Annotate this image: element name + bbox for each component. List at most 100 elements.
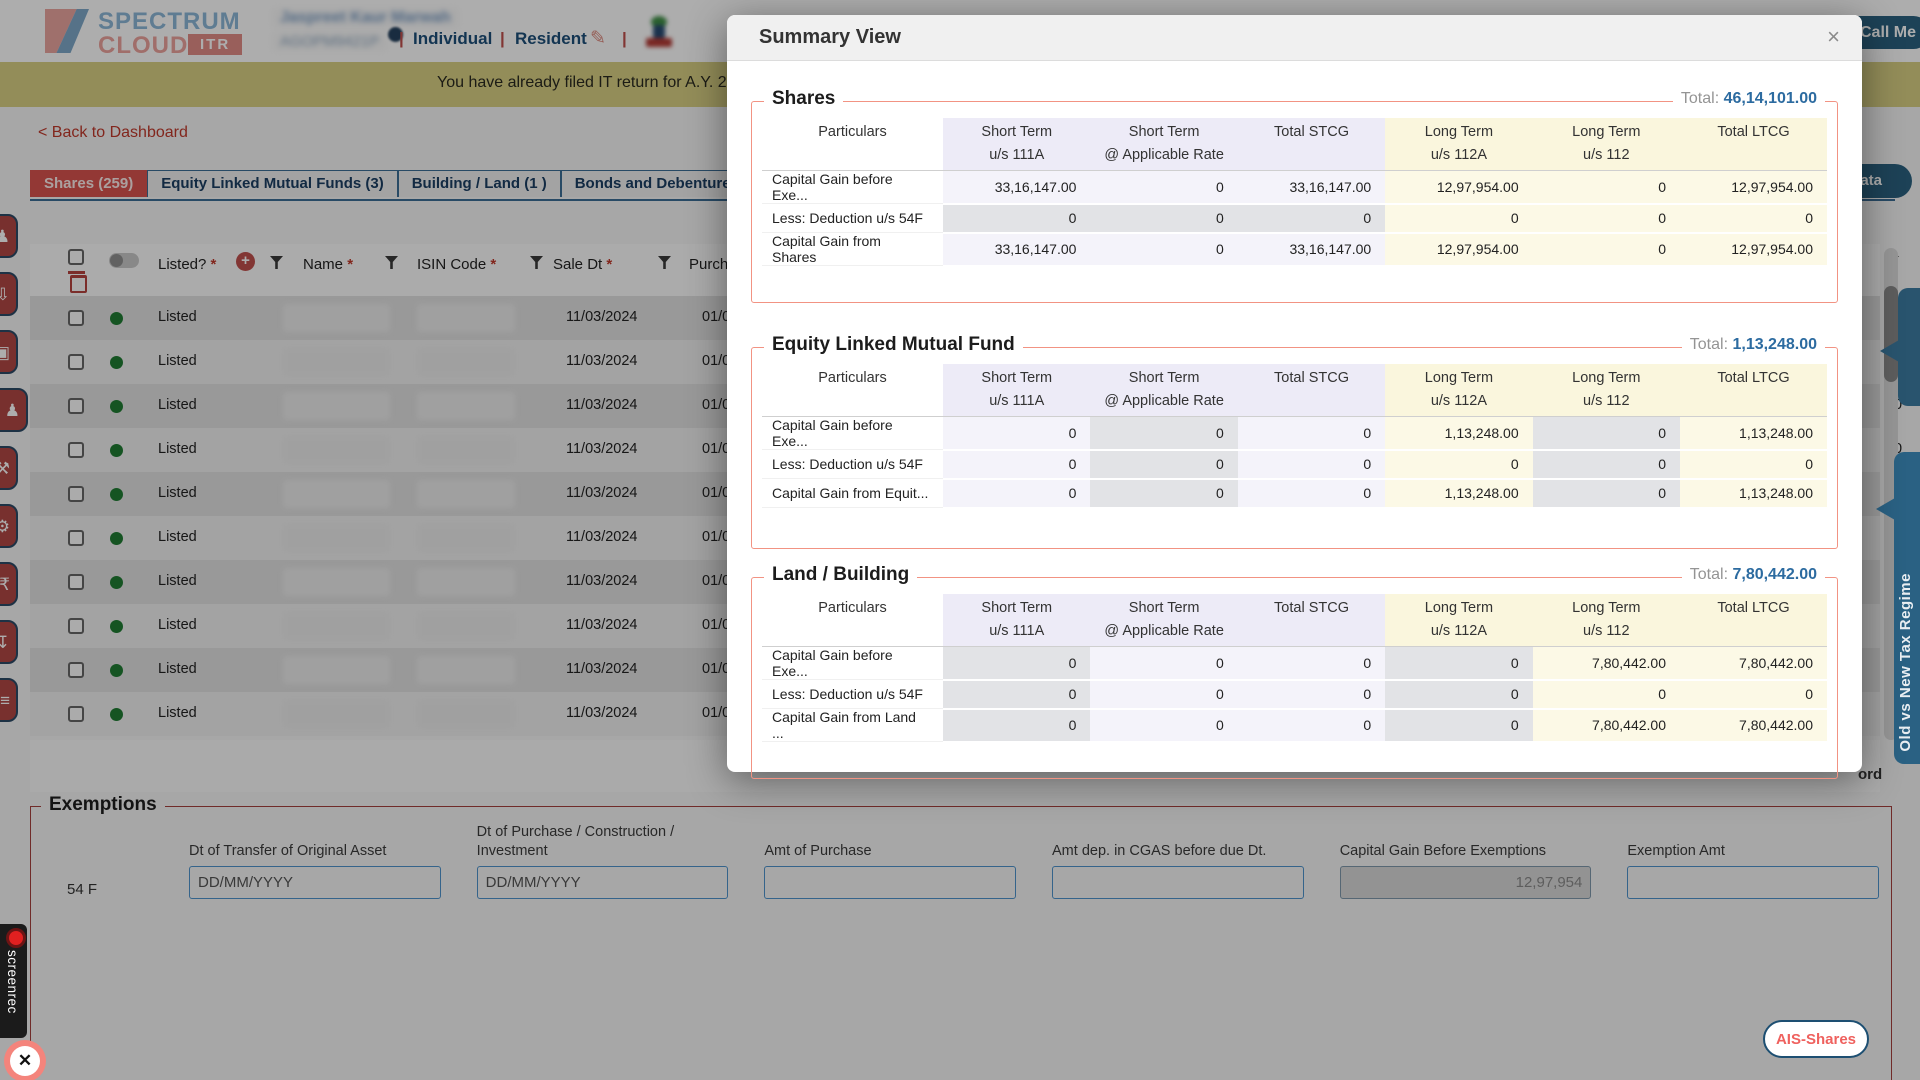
value-cell: 0 — [1238, 680, 1385, 709]
summary-row: Capital Gain before Exe...0001,13,248.00… — [762, 417, 1827, 450]
value-cell: 12,97,954.00 — [1385, 171, 1532, 204]
particulars-cell: Less: Deduction u/s 54F — [762, 204, 943, 233]
value-cell: 33,16,147.00 — [943, 171, 1090, 204]
record-dot-icon — [6, 928, 26, 948]
value-cell: 0 — [1238, 417, 1385, 450]
section-title: Equity Linked Mutual Fund — [764, 334, 1023, 356]
value-cell: 0 — [1238, 479, 1385, 508]
summary-col-header: Total STCG — [1238, 594, 1385, 647]
value-cell: 0 — [1385, 450, 1532, 479]
summary-col-header: Short Termu/s 111A — [943, 118, 1090, 171]
section-total: Total: 46,14,101.00 — [1673, 90, 1825, 108]
summary-col-header: Particulars — [762, 364, 943, 417]
summary-row: Less: Deduction u/s 54F000000 — [762, 680, 1827, 709]
old-vs-new-regime-tab[interactable]: Old vs New Tax Regime — [1894, 452, 1920, 764]
summary-row: Capital Gain before Exe...00007,80,442.0… — [762, 647, 1827, 680]
value-cell: 0 — [1533, 171, 1680, 204]
summary-row: Less: Deduction u/s 54F000000 — [762, 450, 1827, 479]
app-root: SPECTRUM CLOUD ITR Jaspreet Kaur Marwah … — [0, 0, 1920, 1080]
summary-col-header: Long Termu/s 112A — [1385, 364, 1532, 417]
section-title: Land / Building — [764, 564, 917, 586]
value-cell: 0 — [943, 647, 1090, 680]
value-cell: 12,97,954.00 — [1680, 171, 1827, 204]
value-cell: 0 — [943, 417, 1090, 450]
summary-col-header: Total STCG — [1238, 118, 1385, 171]
value-cell: 0 — [943, 204, 1090, 233]
value-cell: 0 — [1090, 450, 1237, 479]
old-vs-new-regime-label: Old vs New Tax Regime — [1897, 573, 1914, 752]
value-cell: 0 — [943, 680, 1090, 709]
value-cell: 1,13,248.00 — [1385, 417, 1532, 450]
value-cell: 1,13,248.00 — [1680, 479, 1827, 508]
value-cell: 0 — [1533, 479, 1680, 508]
value-cell: 0 — [943, 450, 1090, 479]
particulars-cell: Less: Deduction u/s 54F — [762, 680, 943, 709]
summary-col-header: Particulars — [762, 594, 943, 647]
value-cell: 0 — [1385, 680, 1532, 709]
value-cell: 0 — [1090, 417, 1237, 450]
section-total: Total: 1,13,248.00 — [1682, 336, 1825, 354]
value-cell: 0 — [1533, 417, 1680, 450]
summary-section-land-building: Land / BuildingTotal: 7,80,442.00Particu… — [751, 577, 1838, 779]
summary-section-equity-linked-mutual-fund: Equity Linked Mutual FundTotal: 1,13,248… — [751, 347, 1838, 549]
value-cell: 0 — [943, 709, 1090, 742]
summary-col-header: Short Term@ Applicable Rate — [1090, 118, 1237, 171]
value-cell: 33,16,147.00 — [1238, 171, 1385, 204]
value-cell: 7,80,442.00 — [1533, 709, 1680, 742]
summary-col-header: Short Term@ Applicable Rate — [1090, 364, 1237, 417]
particulars-cell: Capital Gain before Exe... — [762, 647, 943, 680]
value-cell: 12,97,954.00 — [1385, 233, 1532, 266]
particulars-cell: Capital Gain before Exe... — [762, 417, 943, 450]
value-cell: 0 — [943, 479, 1090, 508]
summary-col-header: Short Termu/s 111A — [943, 364, 1090, 417]
summary-view-modal: Summary View × SharesTotal: 46,14,101.00… — [727, 15, 1862, 772]
particulars-cell: Capital Gain before Exe... — [762, 171, 943, 204]
value-cell: 0 — [1090, 709, 1237, 742]
summary-row: Capital Gain from Shares33,16,147.00033,… — [762, 233, 1827, 266]
summary-row: Capital Gain before Exe...33,16,147.0003… — [762, 171, 1827, 204]
old-vs-new-arrow-icon[interactable] — [1876, 498, 1895, 520]
value-cell: 0 — [1680, 204, 1827, 233]
value-cell: 0 — [1238, 647, 1385, 680]
particulars-cell: Capital Gain from Shares — [762, 233, 943, 266]
value-cell: 7,80,442.00 — [1680, 709, 1827, 742]
value-cell: 0 — [1385, 709, 1532, 742]
value-cell: 0 — [1533, 680, 1680, 709]
value-cell: 0 — [1385, 647, 1532, 680]
screenrec-widget[interactable]: screenrec — [0, 924, 27, 1038]
particulars-cell: Capital Gain from Land ... — [762, 709, 943, 742]
particulars-cell: Less: Deduction u/s 54F — [762, 450, 943, 479]
value-cell: 0 — [1238, 450, 1385, 479]
value-cell: 0 — [1090, 204, 1237, 233]
summary-table: Particulars Short Termu/s 111AShort Term… — [762, 364, 1827, 509]
summary-row: Capital Gain from Land ...00007,80,442.0… — [762, 709, 1827, 742]
close-x-icon: ✕ — [10, 1046, 40, 1076]
particulars-cell: Capital Gain from Equit... — [762, 479, 943, 508]
value-cell: 33,16,147.00 — [1238, 233, 1385, 266]
value-cell: 7,80,442.00 — [1533, 647, 1680, 680]
summary-col-header: Long Termu/s 112 — [1533, 594, 1680, 647]
value-cell: 0 — [1680, 680, 1827, 709]
value-cell: 0 — [1090, 479, 1237, 508]
summary-col-header: Total LTCG — [1680, 594, 1827, 647]
value-cell: 7,80,442.00 — [1680, 647, 1827, 680]
summary-table: Particulars Short Termu/s 111AShort Term… — [762, 594, 1827, 743]
summary-col-header: Total LTCG — [1680, 364, 1827, 417]
screenrec-close-button[interactable]: ✕ — [4, 1040, 46, 1080]
summary-row: Less: Deduction u/s 54F000000 — [762, 204, 1827, 233]
summary-table: Particulars Short Termu/s 111AShort Term… — [762, 118, 1827, 267]
value-cell: 0 — [1090, 647, 1237, 680]
ais-shares-button[interactable]: AIS-Shares — [1763, 1020, 1869, 1058]
summary-col-header: Long Termu/s 112A — [1385, 118, 1532, 171]
value-cell: 0 — [1090, 171, 1237, 204]
value-cell: 0 — [1385, 204, 1532, 233]
summary-col-header: Short Term@ Applicable Rate — [1090, 594, 1237, 647]
value-cell: 0 — [1238, 204, 1385, 233]
summary-section-shares: SharesTotal: 46,14,101.00Particulars Sho… — [751, 101, 1838, 303]
modal-close-icon[interactable]: × — [1827, 24, 1840, 50]
summary-col-header: Long Termu/s 112A — [1385, 594, 1532, 647]
value-cell: 0 — [1533, 233, 1680, 266]
value-cell: 0 — [1680, 450, 1827, 479]
value-cell: 1,13,248.00 — [1680, 417, 1827, 450]
summary-row: Capital Gain from Equit...0001,13,248.00… — [762, 479, 1827, 508]
